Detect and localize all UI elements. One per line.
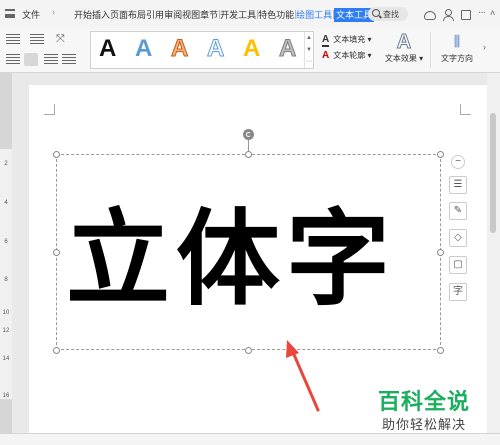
watermark-logo: 百科全说 助你轻松解决 [374,384,500,440]
watermark-title: 百科全说 [378,390,471,415]
watermark-subtitle: 助你轻松解决 [382,418,467,433]
red-arrow-annotation [286,340,320,412]
